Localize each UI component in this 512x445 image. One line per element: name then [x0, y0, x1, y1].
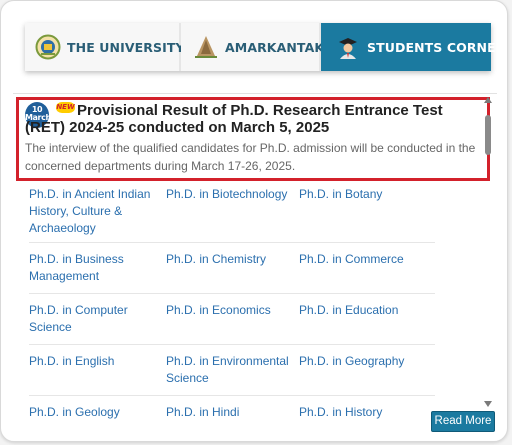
tab-the-university[interactable]: THE UNIVERSITY — [25, 23, 185, 71]
table-row: Ph.D. in Business Management Ph.D. in Ch… — [29, 243, 435, 294]
table-row: Ph.D. in Ancient Indian History, Culture… — [29, 186, 435, 243]
program-link[interactable]: Ph.D. in English — [29, 353, 166, 395]
table-row: Ph.D. in Computer Science Ph.D. in Econo… — [29, 294, 435, 345]
announcements-scroll-area[interactable]: 10 March Provisional Result of Ph.D. Res… — [13, 93, 497, 419]
program-link[interactable]: Ph.D. in Ancient Indian History, Culture… — [29, 186, 166, 242]
program-link[interactable]: Ph.D. in Botany — [299, 186, 435, 242]
program-link[interactable]: Ph.D. in Hindi — [166, 404, 299, 441]
notice-title[interactable]: Provisional Result of Ph.D. Research Ent… — [25, 102, 485, 136]
university-emblem-icon — [35, 34, 61, 60]
table-row: Ph.D. in Geology Ph.D. in Hindi Ph.D. in… — [29, 396, 435, 441]
highlighted-notice[interactable]: 10 March Provisional Result of Ph.D. Res… — [16, 97, 490, 181]
notice-description: The interview of the qualified candidate… — [25, 141, 476, 173]
program-link[interactable]: Ph.D. in History — [299, 404, 435, 441]
phd-program-list: Ph.D. in Ancient Indian History, Culture… — [29, 186, 435, 441]
vertical-scrollbar[interactable] — [482, 97, 494, 409]
tab-bar: THE UNIVERSITY AMARKANTAK STUDENTS CORNE… — [25, 23, 505, 71]
tab-label: STUDENTS CORNER — [367, 39, 506, 55]
program-link[interactable]: Ph.D. in Geology — [29, 404, 166, 441]
program-link[interactable]: Ph.D. in Computer Science — [29, 302, 166, 344]
tab-students-corner[interactable]: STUDENTS CORNER — [321, 23, 505, 71]
program-link[interactable]: Ph.D. in Economics — [166, 302, 299, 344]
graduate-student-icon — [339, 38, 357, 59]
temple-icon — [195, 36, 217, 58]
program-link[interactable]: Ph.D. in Business Management — [29, 251, 166, 293]
tab-label: AMARKANTAK — [225, 39, 325, 55]
program-link[interactable]: Ph.D. in Education — [299, 302, 435, 344]
table-row: Ph.D. in English Ph.D. in Environmental … — [29, 345, 435, 396]
tab-label: THE UNIVERSITY — [67, 39, 185, 55]
new-badge-icon: NEW — [56, 102, 75, 113]
read-more-button[interactable]: Read More — [431, 411, 495, 432]
scroll-down-arrow-icon[interactable] — [484, 401, 492, 407]
scrollbar-thumb[interactable] — [485, 115, 491, 155]
scroll-up-arrow-icon[interactable] — [484, 97, 492, 103]
students-corner-card: THE UNIVERSITY AMARKANTAK STUDENTS CORNE… — [0, 0, 508, 442]
program-link[interactable]: Ph.D. in Chemistry — [166, 251, 299, 293]
program-link[interactable]: Ph.D. in Geography — [299, 353, 435, 395]
program-link[interactable]: Ph.D. in Biotechnology — [166, 186, 299, 242]
program-link[interactable]: Ph.D. in Environmental Science — [166, 353, 299, 395]
tab-amarkantak[interactable]: AMARKANTAK — [181, 23, 325, 71]
program-link[interactable]: Ph.D. in Commerce — [299, 251, 435, 293]
